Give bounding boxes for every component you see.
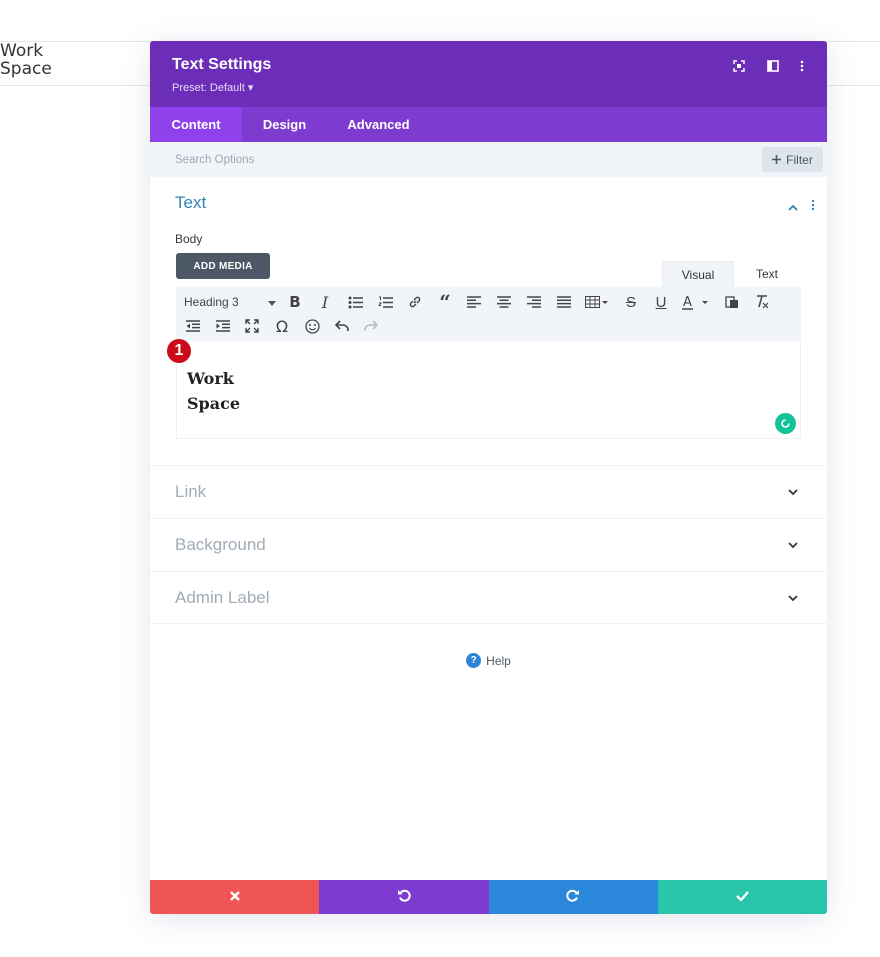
- chevron-down-icon: [787, 538, 801, 552]
- bullet-list-icon[interactable]: [344, 291, 366, 313]
- link-icon[interactable]: [404, 291, 426, 313]
- undo-icon: [397, 888, 411, 907]
- modal-header: Text Settings Preset: Default ▾: [150, 41, 827, 107]
- caret-down-icon: [268, 295, 276, 309]
- editor-toolbar: Heading 3 B I “ S U A Ω: [176, 287, 801, 341]
- align-justify-icon[interactable]: [553, 291, 575, 313]
- more-vertical-icon[interactable]: [794, 58, 810, 74]
- modal-footer: [150, 880, 827, 914]
- align-left-icon[interactable]: [463, 291, 485, 313]
- underline-icon[interactable]: U: [650, 291, 672, 313]
- background-section-title: Background: [175, 535, 266, 554]
- filter-button[interactable]: Filter: [762, 147, 823, 172]
- text-editor-tab[interactable]: Text: [734, 261, 800, 287]
- admin-label-section-title: Admin Label: [175, 588, 270, 607]
- admin-label-section-toggle[interactable]: Admin Label: [150, 571, 827, 624]
- filter-label: Filter: [786, 152, 813, 167]
- help-label: Help: [486, 653, 511, 668]
- indent-icon[interactable]: [212, 315, 234, 337]
- tab-content[interactable]: Content: [150, 107, 242, 142]
- emoticon-icon[interactable]: [301, 315, 323, 337]
- blockquote-icon[interactable]: “: [434, 291, 456, 313]
- align-right-icon[interactable]: [523, 291, 545, 313]
- paste-text-icon[interactable]: [721, 291, 743, 313]
- strikethrough-icon[interactable]: S: [620, 291, 642, 313]
- redo-button[interactable]: [488, 880, 658, 914]
- table-icon[interactable]: [583, 291, 611, 313]
- redo-icon: [566, 888, 580, 907]
- tab-advanced[interactable]: Advanced: [327, 107, 430, 142]
- plus-icon: [772, 153, 782, 167]
- editor-content-line-1: Work: [187, 369, 234, 388]
- discard-button[interactable]: [150, 880, 320, 914]
- search-options-bar: Search Options Filter: [150, 142, 827, 177]
- text-settings-modal: Text Settings Preset: Default ▾ Content …: [150, 41, 827, 914]
- background-section-toggle[interactable]: Background: [150, 518, 827, 571]
- text-color-icon[interactable]: A: [678, 291, 712, 313]
- settings-tabs: Content Design Advanced: [150, 107, 827, 142]
- link-section-toggle[interactable]: Link: [150, 465, 827, 518]
- collapse-up-icon[interactable]: [788, 199, 798, 217]
- text-section-title[interactable]: Text: [175, 193, 206, 213]
- body-label: Body: [175, 232, 203, 246]
- undo-edit-icon[interactable]: [331, 315, 353, 337]
- align-center-icon[interactable]: [493, 291, 515, 313]
- editor-content[interactable]: Work Space: [187, 366, 240, 416]
- modal-title: Text Settings: [172, 56, 272, 73]
- focus-icon[interactable]: [731, 58, 747, 74]
- visual-editor-tab[interactable]: Visual: [662, 261, 734, 287]
- svg-text:A: A: [683, 295, 692, 310]
- link-section-title: Link: [175, 482, 207, 501]
- rich-text-editor[interactable]: Work Space: [176, 341, 801, 439]
- editor-content-line-2: Space: [187, 394, 241, 413]
- redo-edit-icon[interactable]: [360, 315, 382, 337]
- page-text-line-2: Space: [0, 59, 52, 79]
- tab-design[interactable]: Design: [242, 107, 327, 142]
- help-link[interactable]: ? Help: [150, 653, 827, 668]
- special-character-icon[interactable]: Ω: [271, 315, 293, 337]
- clear-formatting-icon[interactable]: [750, 291, 772, 313]
- chevron-down-icon: [787, 591, 801, 605]
- step-marker-badge: 1: [167, 339, 191, 363]
- preset-dropdown[interactable]: Preset: Default ▾: [172, 81, 253, 94]
- close-icon: [229, 888, 240, 906]
- save-button[interactable]: [657, 880, 827, 914]
- page-text-line-1: Work: [0, 41, 44, 61]
- checkmark-icon: [736, 888, 749, 906]
- fullscreen-icon[interactable]: [241, 315, 263, 337]
- bold-icon[interactable]: B: [284, 291, 306, 313]
- add-media-button[interactable]: ADD MEDIA: [176, 253, 270, 279]
- outdent-icon[interactable]: [182, 315, 204, 337]
- page-text-module[interactable]: Work Space: [0, 42, 52, 78]
- grammarly-icon[interactable]: [775, 413, 796, 434]
- section-options-icon[interactable]: [811, 198, 815, 216]
- chevron-down-icon: [787, 485, 801, 499]
- help-question-icon: ?: [466, 653, 482, 668]
- undo-button[interactable]: [319, 880, 489, 914]
- italic-icon[interactable]: I: [314, 291, 336, 313]
- numbered-list-icon[interactable]: [374, 291, 396, 313]
- heading-format-value: Heading 3: [184, 295, 239, 309]
- heading-format-select[interactable]: Heading 3: [184, 291, 276, 313]
- search-input[interactable]: Search Options: [175, 154, 254, 166]
- split-view-icon[interactable]: [765, 58, 781, 74]
